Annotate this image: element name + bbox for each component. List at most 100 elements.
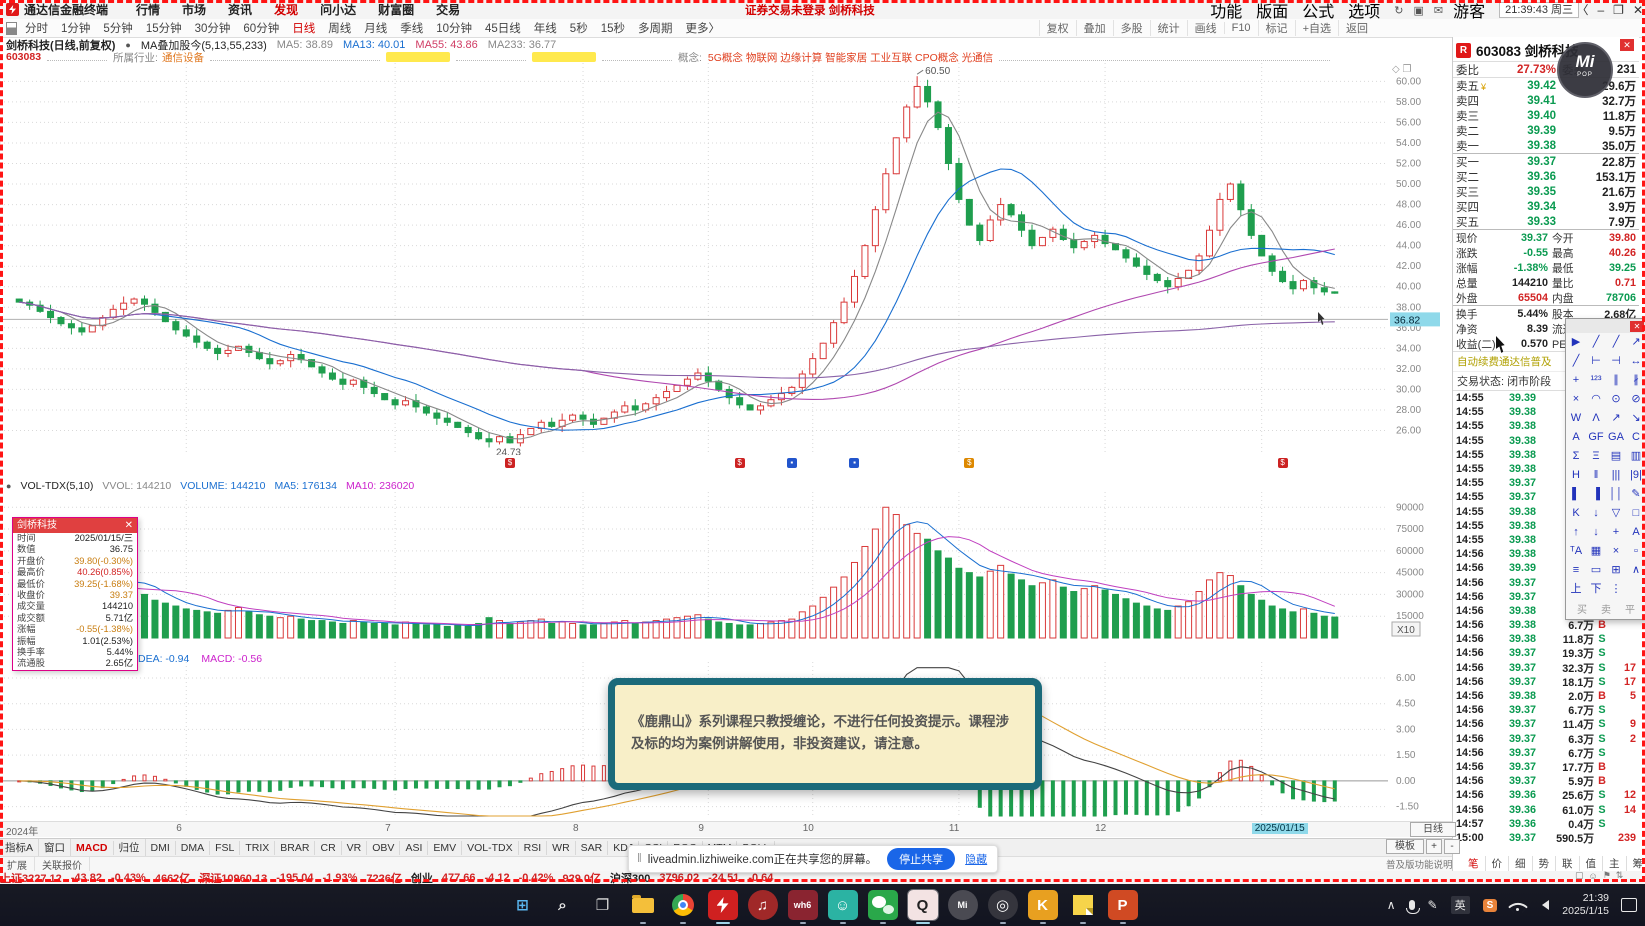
period-45日线[interactable]: 45日线 (485, 20, 521, 36)
menu-item-发现[interactable]: 发现 (274, 1, 298, 18)
draw-tool[interactable]: K (1566, 504, 1586, 523)
minimize-icon[interactable]: – (1597, 3, 1604, 17)
draw-tool[interactable]: ▭ (1586, 561, 1606, 580)
draw-tool[interactable]: |9| (1626, 466, 1645, 485)
period-年线[interactable]: 年线 (534, 20, 557, 36)
tab-BRAR[interactable]: BRAR (275, 840, 316, 855)
trade-row[interactable]: 14:56 39.37 11.4万 S 9 (1453, 717, 1639, 731)
draw-tool[interactable]: Ξ (1586, 447, 1606, 466)
pen-icon[interactable]: ✎ (1428, 898, 1438, 912)
draw-tool[interactable]: GF (1586, 428, 1606, 447)
menu-item-财富圈[interactable]: 财富圈 (378, 1, 414, 18)
draw-tool[interactable]: ▤ (1606, 447, 1626, 466)
period-10分钟[interactable]: 10分钟 (436, 20, 472, 36)
mini-tab-细[interactable]: 细 (1509, 856, 1533, 871)
orderbook-row[interactable]: 买五 39.33 7.9万 (1453, 214, 1639, 229)
draw-tool[interactable]: × (1566, 390, 1586, 409)
zoom-out-button[interactable]: - (1444, 839, 1460, 854)
taskbar-chat-app[interactable]: ☺ (827, 890, 858, 924)
mail-icon[interactable]: ✉ (1434, 5, 1443, 17)
flag-icon[interactable]: ⚑ (1603, 870, 1611, 881)
draw-tool[interactable]: ¹²³ (1586, 371, 1606, 390)
taskbar-task-view[interactable]: ❐ (588, 890, 618, 920)
checkbox-icon[interactable]: ▢ (1575, 870, 1584, 881)
draw-tool[interactable]: ⋮ (1606, 580, 1626, 599)
event-marker-icon[interactable]: ▪ (786, 458, 797, 468)
trade-row[interactable]: 14:56 39.38 2.0万 B 5 (1453, 689, 1639, 703)
collapse-dot-icon[interactable]: ● (125, 40, 130, 50)
draw-tool[interactable]: ↘ (1626, 409, 1645, 428)
draw-tool[interactable]: ││ (1606, 485, 1626, 504)
tab-FSL[interactable]: FSL (210, 840, 241, 855)
period-更多〉[interactable]: 更多〉 (686, 20, 721, 36)
menu-item-行情[interactable]: 行情 (136, 1, 160, 18)
vol-indicator-label[interactable]: VOL-TDX(5,10) (20, 480, 93, 492)
draw-tool[interactable]: A (1626, 523, 1645, 542)
draw-tool[interactable] (1626, 580, 1645, 599)
trade-row[interactable]: 14:57 39.36 0.4万 S (1453, 817, 1639, 831)
draw-tool[interactable]: ▽ (1606, 504, 1626, 523)
period-季线[interactable]: 季线 (400, 20, 423, 36)
bottom-扩展[interactable]: 扩展 (0, 857, 35, 872)
trade-row[interactable]: 14:56 39.37 19.3万 S (1453, 646, 1639, 660)
tool-画线[interactable]: 画线 (1186, 20, 1224, 36)
taskbar-sticky-notes[interactable] (1068, 890, 1098, 924)
period-15秒[interactable]: 15秒 (601, 20, 625, 36)
mini-tab-联[interactable]: 联 (1556, 856, 1580, 871)
draw-foot-卖[interactable]: 卖 (1601, 601, 1611, 616)
period-月线[interactable]: 月线 (364, 20, 387, 36)
tool-统计[interactable]: 统计 (1149, 20, 1187, 36)
taskbar-k-app[interactable]: K (1027, 890, 1058, 924)
draw-tool[interactable]: ⊢ (1586, 352, 1606, 371)
taskbar-tdx[interactable] (707, 890, 738, 924)
menu-item-市场[interactable]: 市场 (182, 1, 206, 18)
draw-foot-平[interactable]: 平 (1625, 601, 1635, 616)
wifi-icon[interactable] (1510, 900, 1524, 911)
taskbar-clock[interactable]: 21:39 2025/1/15 (1562, 892, 1609, 918)
s-app-tray-icon[interactable]: S (1482, 898, 1498, 912)
tab-WR[interactable]: WR (547, 840, 576, 855)
tab-MACD[interactable]: MACD (71, 840, 114, 855)
maximize-icon[interactable]: ❐ (1613, 3, 1624, 17)
highlight-tag[interactable] (531, 52, 596, 62)
event-marker-icon[interactable]: $ (1277, 458, 1288, 468)
period-box[interactable]: 日线 (1410, 822, 1456, 837)
trade-row[interactable]: 14:56 39.37 17.7万 B (1453, 760, 1639, 774)
tab-OBV[interactable]: OBV (367, 840, 401, 855)
trade-row[interactable]: 14:56 39.37 32.3万 S 17 (1453, 661, 1639, 675)
taskbar-camera-app[interactable]: ◎ (987, 890, 1018, 924)
event-marker-icon[interactable]: $ (964, 458, 975, 468)
mini-tab-主[interactable]: 主 (1603, 856, 1627, 871)
hidden-icons-chevron[interactable]: ∧ (1387, 898, 1396, 912)
draw-tool[interactable]: + (1606, 523, 1626, 542)
draw-tool[interactable]: ⊣ (1606, 352, 1626, 371)
tooltip-header[interactable]: 剑桥科技 ✕ (13, 518, 137, 533)
tool-标记[interactable]: 标记 (1257, 20, 1295, 36)
panel-close-button[interactable]: ✕ (1620, 39, 1634, 51)
period-5秒[interactable]: 5秒 (570, 20, 588, 36)
draw-tool[interactable]: ∧ (1626, 561, 1645, 580)
sort-icon[interactable]: ⇅ (1616, 870, 1624, 881)
draw-tool[interactable]: ▌ (1566, 485, 1586, 504)
period-分时[interactable]: 分时 (25, 20, 48, 36)
draw-tool[interactable]: Λ (1586, 409, 1606, 428)
highlight-tag[interactable] (385, 52, 450, 62)
close-icon[interactable]: ✕ (1630, 321, 1644, 332)
taskbar-file-explorer[interactable] (628, 890, 658, 924)
emoji-icon[interactable]: ☺ (1589, 871, 1598, 881)
menu-item-资讯[interactable]: 资讯 (228, 1, 252, 18)
trade-row[interactable]: 14:56 39.37 18.1万 S 17 (1453, 675, 1639, 689)
period-15分钟[interactable]: 15分钟 (146, 20, 182, 36)
period-1分钟[interactable]: 1分钟 (61, 20, 90, 36)
orderbook-row[interactable]: 卖三 39.40 11.8万 (1453, 108, 1639, 123)
bottom-关联报价[interactable]: 关联报价 (35, 857, 90, 872)
draw-tool[interactable]: ⊙ (1606, 390, 1626, 409)
ime-indicator[interactable]: 英 (1450, 896, 1470, 914)
draw-tool[interactable]: ⊞ (1606, 561, 1626, 580)
period-30分钟[interactable]: 30分钟 (195, 20, 231, 36)
draw-tool[interactable]: ▶ (1566, 333, 1586, 352)
draw-tool[interactable]: ∥ (1606, 371, 1626, 390)
tab-DMI[interactable]: DMI (146, 840, 176, 855)
speaker-icon[interactable] (1537, 900, 1550, 910)
tab-窗口[interactable]: 窗口 (39, 839, 72, 856)
